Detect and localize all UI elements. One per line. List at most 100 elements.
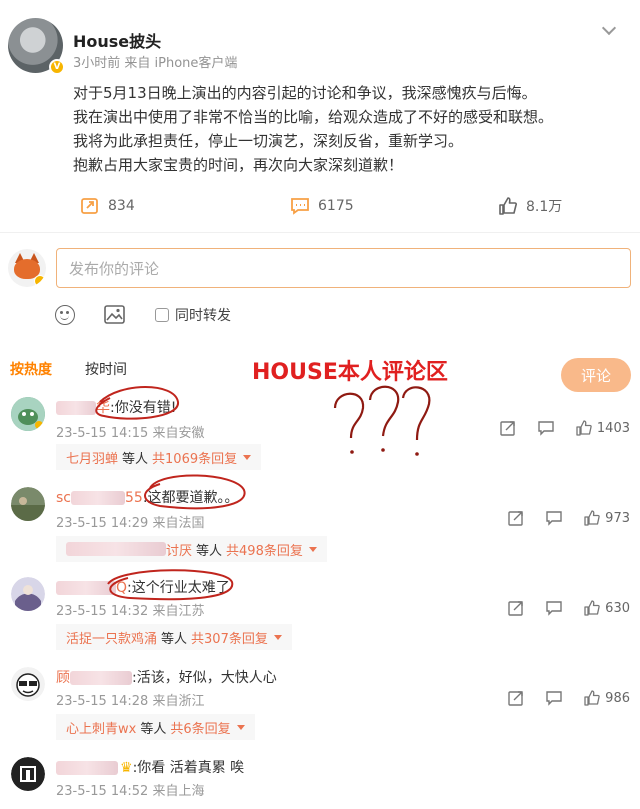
comment-meta: 23-5-15 14:15 来自安徽	[56, 426, 205, 441]
comment-actions: 973	[486, 510, 630, 526]
reply-icon[interactable]	[538, 420, 554, 436]
like-button[interactable]: 8.1万	[498, 192, 562, 220]
comment-input[interactable]: 发布你的评论	[56, 248, 631, 288]
crown-icon: ♛	[120, 760, 133, 776]
chevron-down-icon	[243, 454, 252, 460]
comment-text: :这个行业太难了	[127, 580, 230, 596]
comment-meta: 23-5-15 14:28 来自浙江	[56, 694, 205, 709]
reply-nick[interactable]: 七月羽蝉	[66, 448, 118, 467]
divider	[0, 232, 640, 233]
commenter-name[interactable]: 华	[56, 400, 110, 416]
comment-item: Q:这个行业太难了 23-5-15 14:32 来自江苏 630 活捉一只款鸡涌…	[0, 574, 640, 658]
more-chevron-icon[interactable]	[602, 22, 618, 32]
reply-nick[interactable]: 活捉一只款鸡涌	[66, 628, 157, 647]
comment-meta: 23-5-15 14:29 来自法国	[56, 516, 205, 531]
like-icon[interactable]	[584, 600, 600, 616]
reply-summary[interactable]: 讨厌 等人 共498条回复	[56, 536, 327, 562]
comment-actions: 1403	[478, 420, 630, 436]
reply-nick[interactable]: 讨厌	[166, 540, 192, 559]
repost-checkbox-label: 同时转发	[175, 308, 231, 324]
post-line: 对于5月13日晚上演出的内容引起的讨论和争议，我深感愧疚与后悔。	[73, 84, 537, 102]
chevron-down-icon	[308, 546, 317, 552]
like-count: 8.1万	[526, 199, 563, 215]
reply-count[interactable]: 共307条回复	[191, 628, 268, 647]
comment-avatar[interactable]	[11, 577, 45, 611]
like-icon[interactable]	[584, 690, 600, 706]
comment-text: :你没有错!	[110, 400, 177, 416]
comment-line: Q:这个行业太难了	[56, 577, 230, 597]
comment-item: sc 55:这都要道歉。。 23-5-15 14:29 来自法国 973 讨厌 等…	[0, 484, 640, 568]
reply-count[interactable]: 共1069条回复	[152, 448, 237, 467]
comment-line: 华:你没有错!	[56, 397, 176, 417]
share-icon[interactable]	[500, 420, 516, 436]
tab-time[interactable]: 按时间	[85, 359, 127, 379]
reply-icon[interactable]	[546, 690, 562, 706]
share-icon[interactable]	[508, 600, 524, 616]
like-icon[interactable]	[584, 510, 600, 526]
reply-mid: 等人	[122, 451, 149, 467]
reply-mid: 等人	[140, 721, 167, 737]
reply-mid: 等人	[161, 631, 188, 647]
post-line: 我在演出中使用了非常不恰当的比喻，给观众造成了不好的感受和联想。	[73, 108, 554, 126]
tab-hot[interactable]: 按热度	[10, 359, 52, 379]
author-name[interactable]: House披头	[73, 28, 161, 52]
repost-button[interactable]: 834	[80, 192, 135, 220]
comment-like-count: 630	[605, 600, 630, 616]
image-icon[interactable]	[104, 305, 125, 324]
commenter-name[interactable]: Q	[56, 580, 127, 596]
reply-summary[interactable]: 七月羽蝉 等人 共1069条回复	[56, 444, 262, 470]
chevron-down-icon	[236, 724, 245, 730]
post-line: 我将为此承担责任，停止一切演艺，深刻反省，重新学习。	[73, 132, 464, 150]
chevron-down-icon	[273, 634, 282, 640]
comment-count: 6175	[318, 198, 354, 214]
reply-nick[interactable]: 心上刺青wx	[66, 718, 136, 737]
post-meta: 3小时前 来自 iPhone客户端	[73, 56, 238, 71]
comment-avatar[interactable]	[11, 757, 45, 791]
reply-summary[interactable]: 心上刺青wx 等人 共6条回复	[56, 714, 255, 740]
comment-button[interactable]: 6175	[290, 192, 354, 220]
reply-summary[interactable]: 活捉一只款鸡涌 等人 共307条回复	[56, 624, 292, 650]
comment-avatar[interactable]	[11, 667, 45, 701]
compose-toolbar: 同时转发 HOUSE本人评论区 评论	[0, 300, 640, 392]
comment-text: :这都要道歉。。	[142, 490, 239, 506]
commenter-name[interactable]: ♛	[56, 760, 133, 776]
like-icon[interactable]	[576, 420, 592, 436]
vip-badge-icon: V	[49, 59, 65, 75]
comment-like-count: 1403	[596, 420, 630, 436]
post-actions: 834 6175 8.1万	[0, 192, 640, 220]
emoji-icon[interactable]	[55, 305, 75, 325]
reply-count[interactable]: 共498条回复	[226, 540, 303, 559]
sort-tabs: 按热度 按时间	[0, 356, 640, 380]
comment-line: ♛:你看 活着真累 唉	[56, 757, 244, 777]
reply-mid: 等人	[196, 543, 223, 559]
vip-badge-icon	[34, 275, 46, 287]
comment-like-count: 986	[605, 690, 630, 706]
commenter-name[interactable]: sc 55	[56, 490, 143, 506]
reply-icon[interactable]	[546, 600, 562, 616]
comment-actions: 986	[486, 690, 630, 706]
share-icon[interactable]	[508, 690, 524, 706]
comment-meta: 23-5-15 14:52 来自上海	[56, 784, 205, 799]
commenter-name[interactable]: 顾	[56, 670, 132, 686]
comment-like-count: 973	[605, 510, 630, 526]
comment-avatar[interactable]	[11, 397, 45, 431]
comment-icon	[291, 198, 309, 215]
comment-item: ♛:你看 活着真累 唉 23-5-15 14:52 来自上海	[0, 754, 640, 809]
my-avatar[interactable]	[8, 249, 46, 287]
comment-meta: 23-5-15 14:32 来自江苏	[56, 604, 205, 619]
comment-item: 顾:活该，好似，大快人心 23-5-15 14:28 来自浙江 986 心上刺青…	[0, 664, 640, 744]
repost-checkbox[interactable]: 同时转发	[155, 305, 231, 325]
comment-text: :你看 活着真累 唉	[132, 760, 245, 776]
weibo-post: V House披头 3小时前 来自 iPhone客户端 对于5月13日晚上演出的…	[0, 0, 640, 232]
author-avatar[interactable]: V	[8, 18, 65, 75]
comment-actions: 630	[486, 600, 630, 616]
reply-count[interactable]: 共6条回复	[170, 718, 230, 737]
share-icon[interactable]	[508, 510, 524, 526]
comment-compose: 发布你的评论 同时转发 HOUSE本人评论区 评论	[0, 240, 640, 392]
repost-icon	[81, 198, 98, 214]
comment-text: :活该，好似，大快人心	[132, 670, 277, 686]
comment-line: sc 55:这都要道歉。。	[56, 487, 239, 507]
checkbox-box[interactable]	[155, 308, 169, 322]
reply-icon[interactable]	[546, 510, 562, 526]
comment-avatar[interactable]	[11, 487, 45, 521]
